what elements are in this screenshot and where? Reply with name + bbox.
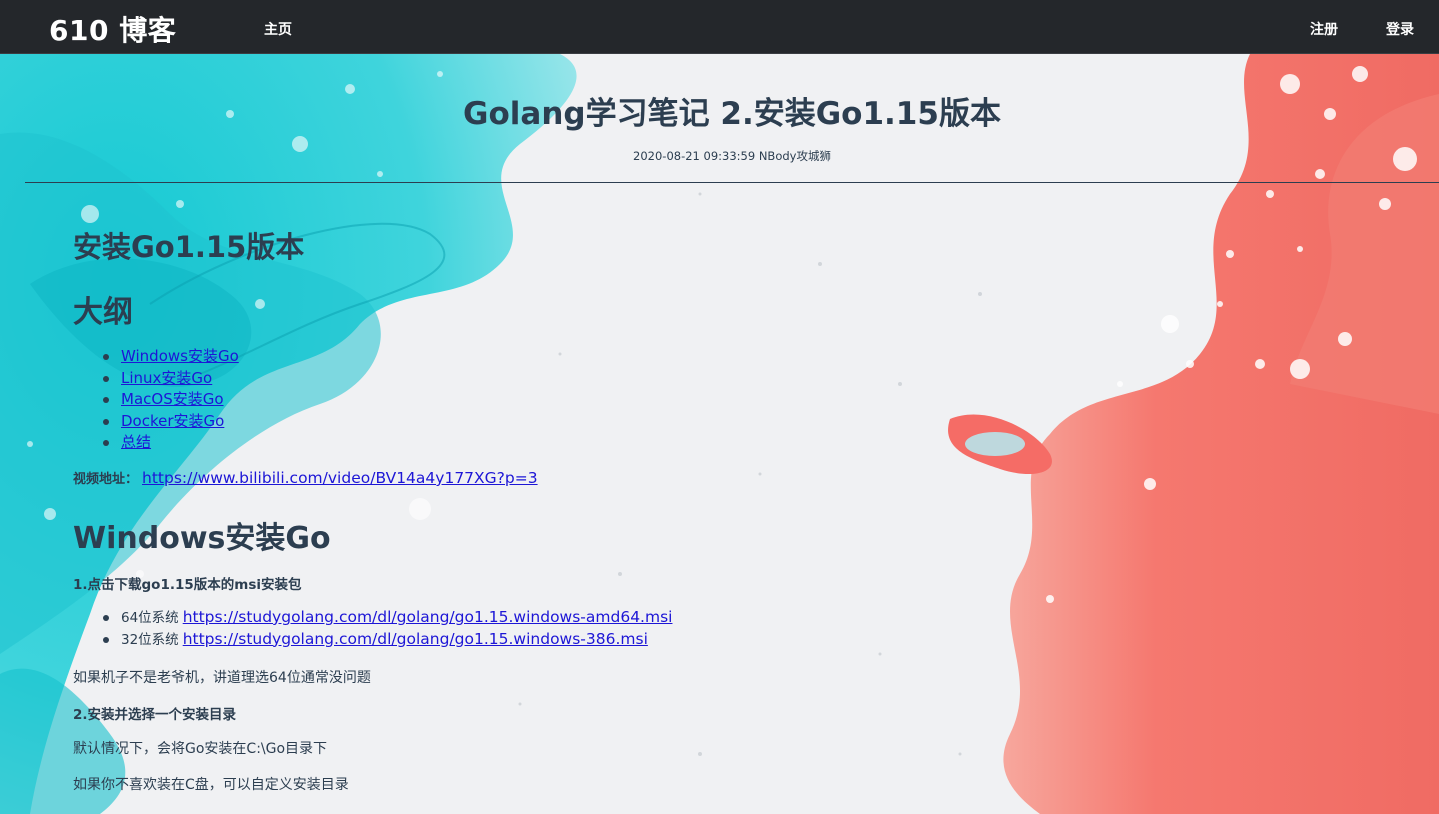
- list-item: Windows安装Go: [103, 346, 239, 368]
- list-item: MacOS安装Go: [103, 389, 239, 411]
- heading-install: 安装Go1.15版本: [73, 230, 305, 264]
- heading-outline: 大纲: [73, 295, 133, 330]
- paragraph-custom-dir: 如果你不喜欢装在C盘，可以自定义安装目录: [73, 777, 349, 793]
- video-line: 视频地址： https://www.bilibili.com/video/BV14…: [73, 468, 538, 487]
- post-content: Golang学习笔记 2.安装Go1.15版本 2020-08-21 09:33…: [0, 54, 1439, 814]
- toc-link-summary[interactable]: 总结: [121, 433, 151, 451]
- nav-login-link[interactable]: 登录: [1386, 19, 1414, 39]
- list-item: 32位系统 https://studygolang.com/dl/golang/g…: [103, 629, 672, 651]
- toc-link-windows[interactable]: Windows安装Go: [121, 347, 239, 365]
- paragraph-default-dir: 默认情况下，会将Go安装在C:\Go目录下: [73, 741, 328, 757]
- paragraph-choose: 如果机子不是老爷机，讲道理选64位通常没问题: [73, 670, 371, 686]
- step-2-label: 2.安装并选择一个安装目录: [73, 707, 237, 723]
- toc-link-docker[interactable]: Docker安装Go: [121, 412, 224, 430]
- video-label: 视频地址：: [73, 472, 139, 487]
- system-label: 64位系统: [121, 610, 179, 626]
- heading-windows: Windows安装Go: [73, 521, 331, 556]
- download-link-32[interactable]: https://studygolang.com/dl/golang/go1.15…: [183, 630, 648, 648]
- post-title: Golang学习笔记 2.安装Go1.15版本: [463, 96, 1001, 132]
- top-navbar: 610 博客 主页 注册 登录: [0, 0, 1439, 54]
- list-item: Docker安装Go: [103, 411, 239, 433]
- download-list: 64位系统 https://studygolang.com/dl/golang/g…: [103, 607, 672, 650]
- toc-link-macos[interactable]: MacOS安装Go: [121, 390, 224, 408]
- download-link-64[interactable]: https://studygolang.com/dl/golang/go1.15…: [183, 608, 673, 626]
- post-meta: 2020-08-21 09:33:59 NBody攻城狮: [633, 149, 831, 163]
- toc-list: Windows安装Go Linux安装Go MacOS安装Go Docker安装…: [103, 346, 239, 454]
- toc-link-linux[interactable]: Linux安装Go: [121, 369, 212, 387]
- step-1-label: 1.点击下载go1.15版本的msi安装包: [73, 577, 302, 593]
- list-item: 总结: [103, 432, 239, 454]
- nav-home-link[interactable]: 主页: [264, 19, 292, 39]
- list-item: 64位系统 https://studygolang.com/dl/golang/g…: [103, 607, 672, 629]
- list-item: Linux安装Go: [103, 368, 239, 390]
- system-label: 32位系统: [121, 631, 179, 648]
- title-divider: [25, 182, 1439, 183]
- site-brand-link[interactable]: 610 博客: [49, 9, 176, 49]
- video-link[interactable]: https://www.bilibili.com/video/BV14a4y17…: [142, 469, 538, 487]
- nav-register-link[interactable]: 注册: [1310, 19, 1338, 39]
